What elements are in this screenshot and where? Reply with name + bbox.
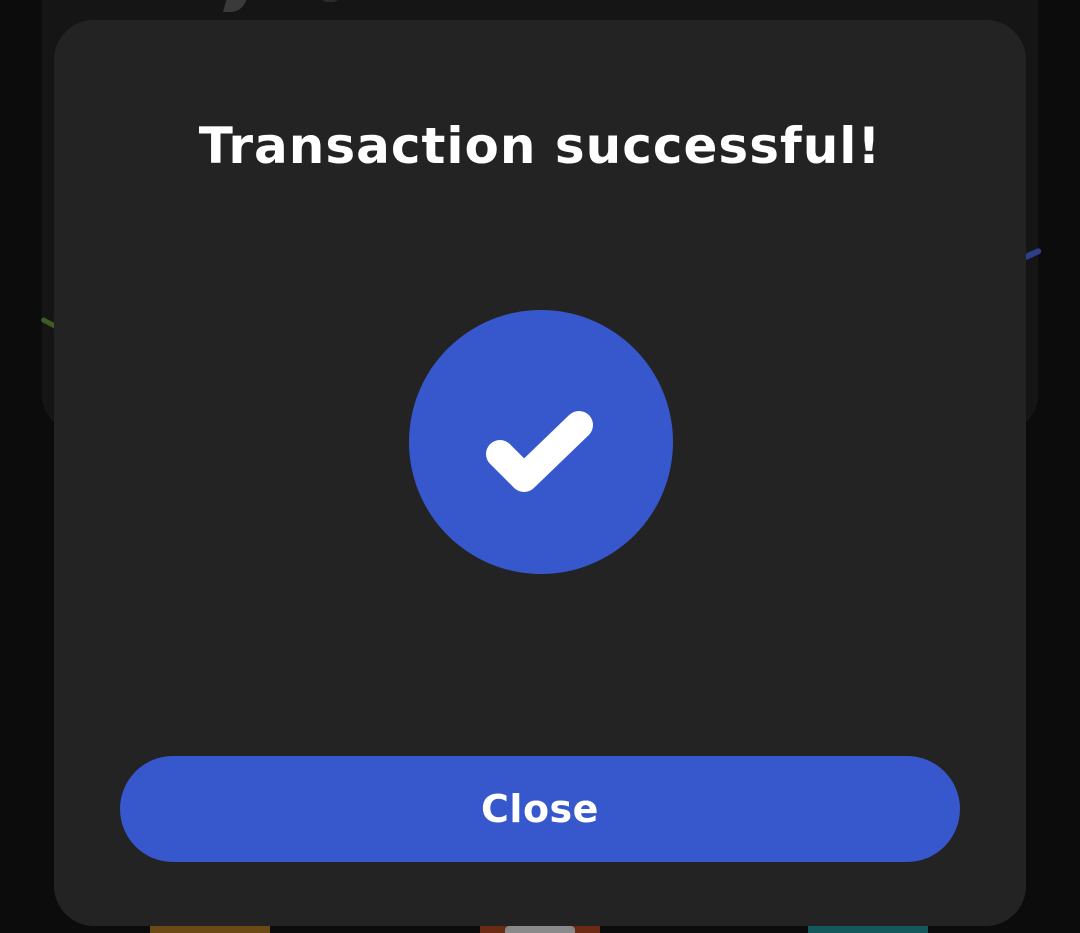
background-tile-label [505,926,575,933]
checkmark-icon [409,310,673,574]
success-dialog: Transaction successful! Close [54,20,1026,926]
app-screen: Transaction successful! Close [0,0,1080,933]
dialog-title: Transaction successful! [198,117,882,175]
close-button[interactable]: Close [120,756,960,862]
